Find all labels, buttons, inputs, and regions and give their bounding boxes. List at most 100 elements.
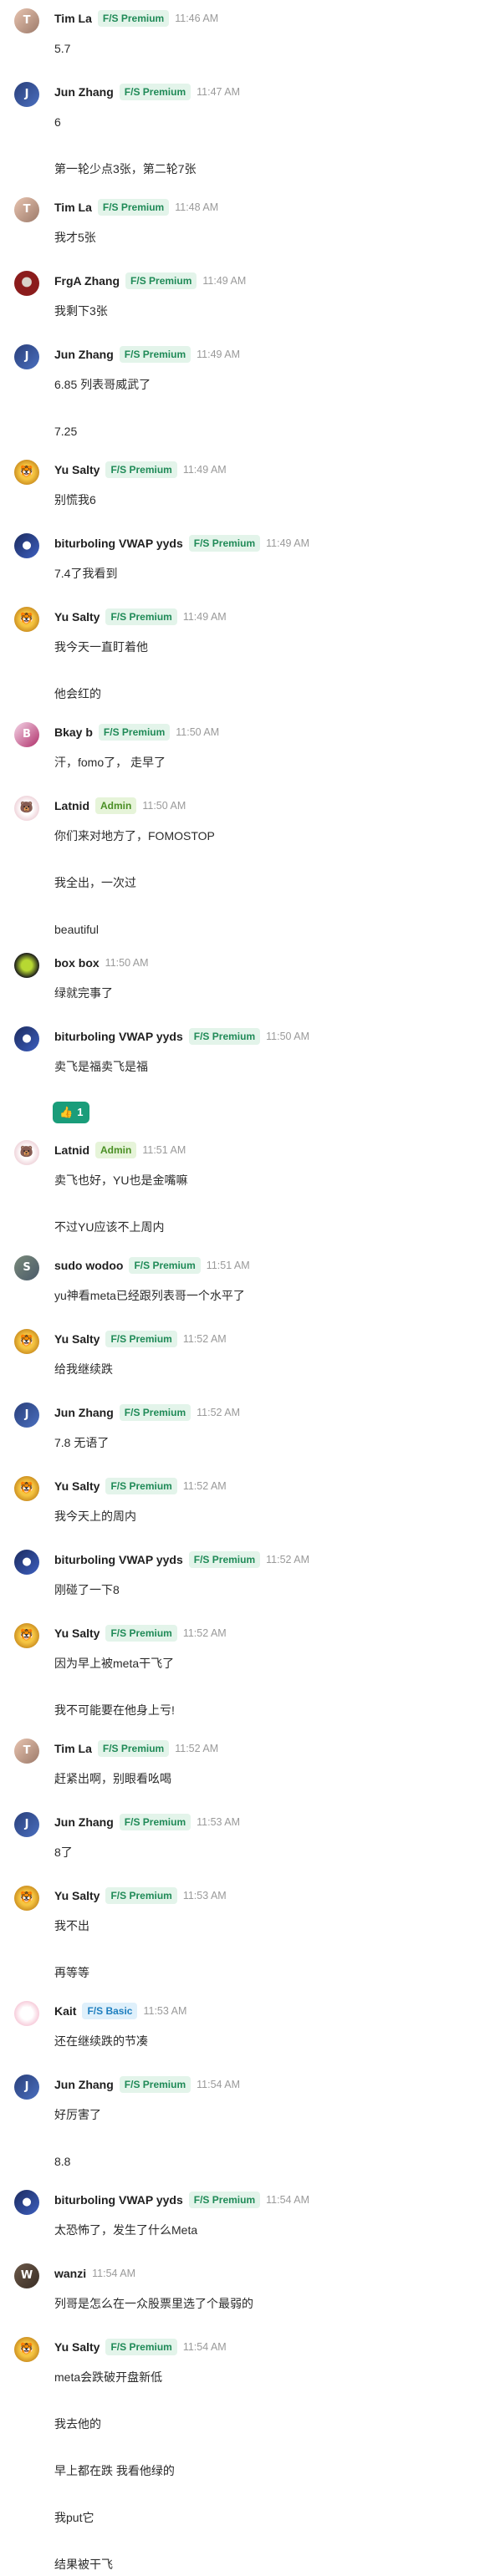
avatar[interactable]: T: [14, 197, 39, 222]
message-header: Jun Zhang F/S Premium 11:47 AM: [54, 82, 240, 102]
avatar[interactable]: [14, 271, 39, 296]
avatar[interactable]: 🐯: [14, 460, 39, 485]
message-text: beautiful: [54, 923, 99, 936]
message-text: 卖飞也好，YU也是金嘴嘛: [54, 1173, 188, 1187]
role-badge: F/S Premium: [119, 84, 191, 100]
avatar[interactable]: 🐯: [14, 1329, 39, 1354]
avatar[interactable]: J: [14, 82, 39, 107]
message-header: FrgA Zhang F/S Premium 11:49 AM: [54, 271, 246, 291]
message-header: Kait F/S Basic 11:53 AM: [54, 2001, 186, 2021]
avatar[interactable]: 🐯: [14, 1623, 39, 1648]
message-text: 我put它: [54, 2511, 94, 2524]
username[interactable]: Yu Salty: [54, 610, 100, 624]
timestamp: 11:46 AM: [175, 13, 219, 24]
avatar[interactable]: S: [14, 1255, 39, 1280]
timestamp: 11:53 AM: [197, 1816, 241, 1828]
avatar-initial: ●: [22, 1032, 32, 1045]
avatar-initial: 🐯: [19, 1335, 34, 1347]
avatar-initial: 🐯: [19, 1629, 34, 1642]
message-header: Bkay b F/S Premium 11:50 AM: [54, 722, 219, 742]
username[interactable]: Jun Zhang: [54, 1815, 114, 1829]
avatar[interactable]: 🐻: [14, 1140, 39, 1165]
avatar[interactable]: 🐻: [14, 796, 39, 821]
username[interactable]: Latnid: [54, 1143, 89, 1157]
username[interactable]: FrgA Zhang: [54, 274, 120, 288]
username[interactable]: Yu Salty: [54, 463, 100, 476]
avatar[interactable]: ●: [14, 2190, 39, 2215]
username[interactable]: Kait: [54, 2004, 76, 2018]
avatar[interactable]: J: [14, 1403, 39, 1428]
avatar-initial: 🐯: [19, 1891, 34, 1904]
avatar[interactable]: ●: [14, 1026, 39, 1051]
avatar[interactable]: W: [14, 2263, 39, 2288]
avatar-initial: J: [24, 1818, 29, 1830]
avatar[interactable]: 🐱: [14, 2001, 39, 2026]
avatar[interactable]: J: [14, 344, 39, 369]
message-header: biturboling VWAP yyds F/S Premium 11:52 …: [54, 1550, 309, 1570]
username[interactable]: Latnid: [54, 799, 89, 812]
message-text: 不过YU应该不上周内: [54, 1220, 165, 1234]
avatar-initial: 🐱: [21, 2007, 33, 2019]
timestamp: 11:52 AM: [197, 1407, 241, 1418]
message-text: 我全出，一次过: [54, 876, 136, 889]
role-badge: F/S Premium: [125, 272, 197, 289]
message-header: Latnid Admin 11:51 AM: [54, 1140, 186, 1160]
avatar[interactable]: J: [14, 2075, 39, 2100]
username[interactable]: Yu Salty: [54, 1889, 100, 1902]
avatar[interactable]: ●: [14, 1550, 39, 1575]
avatar-initial: 🐯: [19, 2343, 34, 2355]
timestamp: 11:52 AM: [175, 1743, 219, 1754]
username[interactable]: box box: [54, 956, 100, 970]
avatar-initial: J: [24, 88, 29, 100]
avatar[interactable]: 🐯: [14, 1886, 39, 1911]
username[interactable]: Yu Salty: [54, 1627, 100, 1640]
avatar[interactable]: B: [14, 722, 39, 747]
avatar[interactable]: T: [14, 1739, 39, 1764]
timestamp: 11:50 AM: [105, 957, 149, 969]
username[interactable]: biturboling VWAP yyds: [54, 2193, 183, 2207]
avatar-initial: ●: [22, 1555, 32, 1568]
username[interactable]: Jun Zhang: [54, 348, 114, 361]
avatar[interactable]: J: [14, 1812, 39, 1837]
username[interactable]: Bkay b: [54, 725, 93, 739]
avatar[interactable]: 🐯: [14, 2337, 39, 2362]
role-badge: F/S Basic: [82, 2003, 138, 2019]
username[interactable]: sudo wodoo: [54, 1259, 123, 1272]
username[interactable]: Tim La: [54, 1742, 92, 1755]
avatar[interactable]: [14, 953, 39, 978]
message-header: wanzi 11:54 AM: [54, 2263, 135, 2283]
message-text: 7.4了我看到: [54, 567, 118, 580]
role-badge: F/S Premium: [97, 199, 170, 216]
message-header: Yu Salty F/S Premium 11:49 AM: [54, 607, 227, 627]
thumbs-up-reaction[interactable]: 👍 1: [53, 1102, 90, 1123]
username[interactable]: Tim La: [54, 12, 92, 25]
username[interactable]: Yu Salty: [54, 1479, 100, 1493]
username[interactable]: biturboling VWAP yyds: [54, 1030, 183, 1043]
username[interactable]: Yu Salty: [54, 2340, 100, 2354]
username[interactable]: Tim La: [54, 201, 92, 214]
role-badge: F/S Premium: [105, 1331, 177, 1347]
username[interactable]: Jun Zhang: [54, 85, 114, 99]
timestamp: 11:54 AM: [266, 2194, 310, 2206]
message-text: 他会红的: [54, 687, 101, 700]
message-text: 我今天上的周内: [54, 1509, 136, 1523]
timestamp: 11:50 AM: [176, 726, 220, 738]
avatar[interactable]: 🐯: [14, 1476, 39, 1501]
username[interactable]: biturboling VWAP yyds: [54, 1553, 183, 1566]
avatar[interactable]: 🐯: [14, 607, 39, 632]
message-header: Yu Salty F/S Premium 11:53 AM: [54, 1886, 227, 1906]
message-text: 赶紧出啊，别眼看吆喝: [54, 1772, 171, 1785]
role-badge: F/S Premium: [188, 2192, 261, 2208]
role-badge: F/S Premium: [105, 461, 177, 478]
role-badge: F/S Premium: [105, 1625, 177, 1642]
username[interactable]: Jun Zhang: [54, 2078, 114, 2091]
username[interactable]: wanzi: [54, 2267, 86, 2280]
username[interactable]: Yu Salty: [54, 1332, 100, 1346]
username[interactable]: Jun Zhang: [54, 1406, 114, 1419]
message-header: Yu Salty F/S Premium 11:54 AM: [54, 2337, 227, 2357]
avatar-initial: 🐯: [19, 613, 34, 625]
username[interactable]: biturboling VWAP yyds: [54, 537, 183, 550]
reaction-count: 1: [77, 1106, 84, 1118]
avatar[interactable]: ●: [14, 533, 39, 558]
avatar[interactable]: T: [14, 8, 39, 33]
